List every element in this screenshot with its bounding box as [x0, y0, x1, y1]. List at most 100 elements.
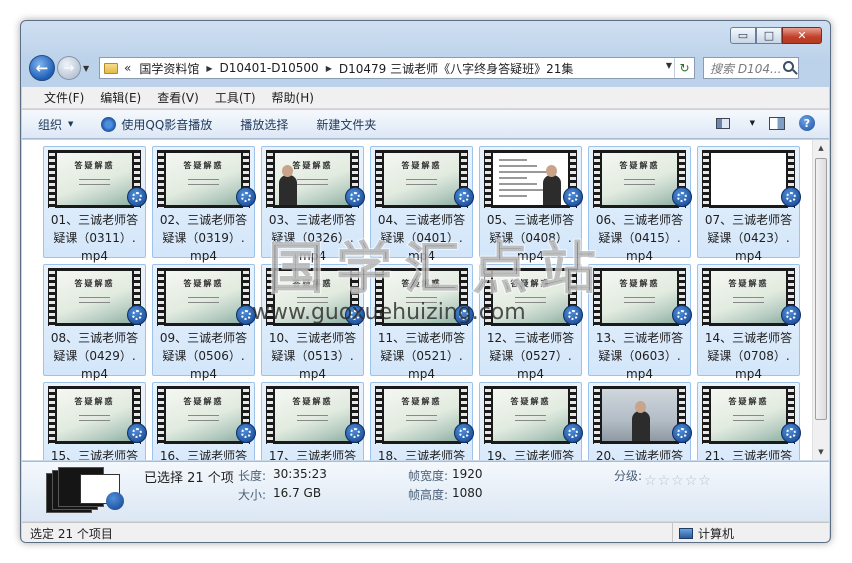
- folder-icon: [104, 62, 118, 74]
- maximize-button[interactable]: □: [756, 27, 782, 44]
- qq-player-badge-icon: [454, 187, 474, 207]
- file-name: 06、三诚老师答 疑课（0415）. mp4: [589, 211, 690, 265]
- play-selection-button[interactable]: 播放选择: [240, 116, 288, 133]
- file-name-line: 15、三诚老师答: [50, 449, 139, 460]
- file-tile[interactable]: 答疑解惑 18、三诚老师答: [370, 382, 474, 460]
- file-tile[interactable]: 07、三诚老师答 疑课（0423）. mp4: [697, 146, 801, 263]
- file-tile[interactable]: 答疑解惑 11、三诚老师答 疑课（0521）. mp4: [370, 264, 474, 381]
- play-with-qq-button[interactable]: 使用QQ影音播放: [101, 116, 212, 133]
- breadcrumb-separator-icon[interactable]: ▶: [326, 64, 332, 73]
- file-name-line: 14、三诚老师答: [704, 331, 793, 345]
- new-folder-button[interactable]: 新建文件夹: [316, 116, 376, 133]
- file-tile[interactable]: 答疑解惑 13、三诚老师答 疑课（0603）. mp4: [588, 264, 692, 381]
- rating-star-icon[interactable]: ☆: [671, 474, 684, 488]
- file-tile[interactable]: 答疑解惑 14、三诚老师答 疑课（0708）. mp4: [697, 264, 801, 381]
- back-button[interactable]: ←: [29, 55, 55, 81]
- breadcrumb-separator-icon[interactable]: ▶: [206, 64, 212, 73]
- view-options-chevron-down-icon[interactable]: ▼: [750, 119, 755, 127]
- video-frame: 答疑解惑: [166, 271, 241, 323]
- status-bar: 选定 21 个项目 计算机: [22, 522, 829, 542]
- breadcrumb-item-3[interactable]: D10479 三诚老师《八字终身答疑班》21集: [339, 60, 574, 77]
- file-tile[interactable]: 答疑解惑 15、三诚老师答: [43, 382, 147, 460]
- scroll-down-arrow-icon[interactable]: ▼: [813, 444, 829, 460]
- file-tile[interactable]: 答疑解惑 09、三诚老师答 疑课（0506）. mp4: [152, 264, 256, 381]
- menu-edit[interactable]: 编辑(E): [94, 89, 147, 106]
- rating-stars[interactable]: ☆ ☆ ☆ ☆ ☆: [644, 474, 711, 488]
- forward-button[interactable]: →: [57, 56, 81, 80]
- file-name-line: mp4: [81, 249, 108, 263]
- menu-view[interactable]: 查看(V): [151, 89, 205, 106]
- thumbnail-title-text: 答疑解惑: [619, 278, 660, 288]
- file-tile[interactable]: 05、三诚老师答 疑课（0408）. mp4: [479, 146, 583, 263]
- qq-player-badge-icon: [563, 423, 583, 443]
- change-view-icon[interactable]: [715, 117, 730, 129]
- file-name-line: 19、三诚老师答: [486, 449, 575, 460]
- qq-player-badge-icon: [236, 187, 256, 207]
- file-name-line: mp4: [408, 367, 435, 381]
- file-tile[interactable]: 答疑解惑 17、三诚老师答: [261, 382, 365, 460]
- video-frame: 答疑解惑: [275, 153, 350, 205]
- search-icon[interactable]: [783, 61, 794, 72]
- video-frame: 答疑解惑: [711, 389, 786, 441]
- file-tile[interactable]: 答疑解惑 10、三诚老师答 疑课（0513）. mp4: [261, 264, 365, 381]
- recent-pages-chevron-down-icon[interactable]: ▼: [83, 64, 95, 73]
- file-grid: 答疑解惑 01、三诚老师答 疑课（0311）. mp4 答疑解惑 02、三诚老师答 疑课（0…: [43, 146, 801, 460]
- file-tile[interactable]: 答疑解惑 06、三诚老师答 疑课（0415）. mp4: [588, 146, 692, 263]
- address-bar[interactable]: « 国学资料馆 ▶ D10401-D10500 ▶ D10479 三诚老师《八字…: [99, 57, 695, 79]
- frame-height-label: 帧高度:: [408, 488, 449, 502]
- file-tile[interactable]: 答疑解惑 16、三诚老师答: [152, 382, 256, 460]
- video-frame: 答疑解惑: [602, 153, 677, 205]
- search-placeholder: 搜索 D104...: [710, 61, 782, 76]
- scrollbar-thumb[interactable]: [815, 158, 827, 420]
- qq-player-badge-icon: [454, 423, 474, 443]
- help-icon[interactable]: ?: [799, 115, 815, 131]
- file-tile[interactable]: 20、三诚老师答: [588, 382, 692, 460]
- file-tile[interactable]: 答疑解惑 21、三诚老师答: [697, 382, 801, 460]
- file-tile[interactable]: 答疑解惑 08、三诚老师答 疑课（0429）. mp4: [43, 264, 147, 381]
- file-name: 03、三诚老师答 疑课（0326）. mp4: [262, 211, 363, 265]
- scroll-up-arrow-icon[interactable]: ▲: [813, 140, 829, 156]
- refresh-icon[interactable]: ↻: [674, 58, 694, 78]
- search-input[interactable]: 搜索 D104...: [703, 57, 799, 79]
- thumbnail-subtitle-line: [515, 297, 546, 298]
- preview-pane-icon[interactable]: [769, 116, 785, 130]
- breadcrumb-item-2[interactable]: D10401-D10500: [220, 61, 319, 75]
- address-history-chevron-down-icon[interactable]: ▼: [666, 61, 672, 70]
- thumbnail-subtitle-line: [188, 415, 219, 416]
- file-tile[interactable]: 答疑解惑 01、三诚老师答 疑课（0311）. mp4: [43, 146, 147, 263]
- file-name: 05、三诚老师答 疑课（0408）. mp4: [480, 211, 581, 265]
- rating-label: 分级:: [614, 469, 643, 483]
- file-name-line: mp4: [190, 249, 217, 263]
- rating-star-icon[interactable]: ☆: [685, 474, 698, 488]
- video-frame: 答疑解惑: [384, 271, 459, 323]
- file-tile[interactable]: 答疑解惑 04、三诚老师答 疑课（0401）. mp4: [370, 146, 474, 263]
- file-tile[interactable]: 答疑解惑 12、三诚老师答 疑课（0527）. mp4: [479, 264, 583, 381]
- file-name: 08、三诚老师答 疑课（0429）. mp4: [44, 329, 145, 383]
- file-tile[interactable]: 答疑解惑 03、三诚老师答 疑课（0326）. mp4: [261, 146, 365, 263]
- rating-star-icon[interactable]: ☆: [698, 474, 711, 488]
- thumbnail-title-text: 答疑解惑: [183, 396, 224, 406]
- breadcrumb-item-1[interactable]: 国学资料馆: [139, 60, 199, 77]
- rating-star-icon[interactable]: ☆: [644, 474, 657, 488]
- menu-tools[interactable]: 工具(T): [209, 89, 262, 106]
- qq-player-icon: [101, 116, 117, 132]
- close-button[interactable]: ✕: [782, 27, 822, 44]
- minimize-button[interactable]: ▭: [730, 27, 756, 44]
- rating-star-icon[interactable]: ☆: [658, 474, 671, 488]
- selected-count: 已选择 21 个项: [144, 471, 234, 486]
- file-tile[interactable]: 答疑解惑 02、三诚老师答 疑课（0319）. mp4: [152, 146, 256, 263]
- file-name-line: 10、三诚老师答: [268, 331, 357, 345]
- thumbnail-subtitle-line: [406, 179, 437, 180]
- file-name: 14、三诚老师答 疑课（0708）. mp4: [698, 329, 799, 383]
- file-name: 16、三诚老师答: [153, 447, 254, 460]
- file-name-line: 疑课（0319）.: [162, 231, 245, 245]
- file-tile[interactable]: 答疑解惑 19、三诚老师答: [479, 382, 583, 460]
- organize-button[interactable]: 组织 ▼: [38, 116, 73, 133]
- file-name: 11、三诚老师答 疑课（0521）. mp4: [371, 329, 472, 383]
- breadcrumb-overflow[interactable]: «: [124, 61, 131, 75]
- menu-file[interactable]: 文件(F): [38, 89, 90, 106]
- vertical-scrollbar[interactable]: ▲ ▼: [812, 140, 829, 460]
- presenter-figure: [279, 165, 297, 205]
- thumbnail-subtitle-line: [297, 302, 328, 303]
- menu-help[interactable]: 帮助(H): [266, 89, 320, 106]
